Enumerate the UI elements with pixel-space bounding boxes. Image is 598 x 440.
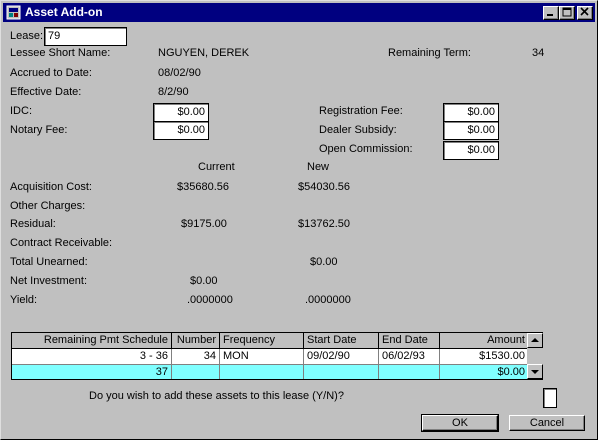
accrued-label: Accrued to Date:: [10, 67, 92, 79]
row2-schedule[interactable]: 37: [12, 365, 172, 379]
idc-label: IDC:: [10, 105, 32, 117]
cancel-button[interactable]: Cancel: [509, 415, 585, 431]
header-frequency[interactable]: Frequency: [220, 333, 304, 349]
row1-end-date[interactable]: 06/02/93: [379, 349, 440, 364]
header-remaining-pmt-schedule[interactable]: Remaining Pmt Schedule: [12, 333, 172, 349]
confirm-prompt: Do you wish to add these assets to this …: [89, 390, 344, 402]
net-investment-label: Net Investment:: [10, 275, 88, 287]
acquisition-new: $54030.56: [298, 181, 350, 193]
total-unearned-label: Total Unearned:: [10, 256, 88, 268]
remaining-term-value: 34: [532, 47, 545, 59]
window-title: Asset Add-on: [25, 5, 103, 19]
contract-receivable-label: Contract Receivable:: [10, 237, 113, 249]
dealer-label: Dealer Subsidy:: [319, 124, 397, 136]
registration-label: Registration Fee:: [319, 105, 403, 117]
residual-current: $9175.00: [181, 218, 227, 230]
yield-label: Yield:: [10, 294, 38, 306]
idc-field[interactable]: $0.00: [153, 103, 209, 122]
residual-label: Residual:: [10, 218, 56, 230]
registration-field[interactable]: $0.00: [443, 103, 499, 122]
header-amount[interactable]: Amount: [440, 333, 528, 349]
close-icon: [580, 7, 589, 16]
grid-header: Remaining Pmt Schedule Number Frequency …: [12, 333, 528, 349]
open-commission-label: Open Commission:: [319, 143, 413, 155]
maximize-button[interactable]: [559, 6, 575, 20]
effective-label: Effective Date:: [10, 86, 82, 98]
grid-scrollbar[interactable]: [527, 333, 543, 379]
scroll-up-button[interactable]: [527, 333, 543, 348]
confirm-input[interactable]: [543, 388, 557, 408]
notary-field[interactable]: $0.00: [153, 121, 209, 140]
open-commission-field[interactable]: $0.00: [443, 141, 499, 160]
yield-new: .0000000: [305, 294, 351, 306]
titlebar[interactable]: Asset Add-on: [3, 3, 595, 22]
notary-label: Notary Fee:: [10, 124, 68, 136]
app-window-icon: [6, 5, 21, 20]
row2-amount[interactable]: $0.00: [440, 365, 528, 379]
remaining-term-label: Remaining Term:: [388, 47, 471, 59]
lease-label: Lease:: [10, 30, 44, 42]
row2-frequency[interactable]: [220, 365, 304, 379]
header-end-date[interactable]: End Date: [379, 333, 440, 349]
row1-amount[interactable]: $1530.00: [440, 349, 528, 364]
accrued-value: 08/02/90: [158, 67, 201, 79]
row1-number[interactable]: 34: [172, 349, 220, 364]
residual-new: $13762.50: [298, 218, 350, 230]
table-row[interactable]: 3 - 36 34 MON 09/02/90 06/02/93 $1530.00: [12, 349, 528, 365]
scroll-down-button[interactable]: [527, 364, 543, 379]
dealer-field[interactable]: $0.00: [443, 121, 499, 140]
row2-number[interactable]: [172, 365, 220, 379]
lessee-label: Lessee Short Name:: [10, 47, 111, 59]
maximize-icon: [562, 7, 572, 17]
lessee-value: NGUYEN, DEREK: [158, 47, 250, 59]
row1-frequency[interactable]: MON: [220, 349, 304, 364]
close-button[interactable]: [577, 6, 593, 20]
row2-end-date[interactable]: [379, 365, 440, 379]
row1-start-date[interactable]: 09/02/90: [304, 349, 379, 364]
arrow-up-icon: [531, 338, 539, 342]
effective-value: 8/2/90: [158, 86, 189, 98]
table-row[interactable]: 37 $0.00: [12, 365, 528, 379]
header-number[interactable]: Number: [172, 333, 220, 349]
ok-button[interactable]: OK: [421, 414, 499, 432]
total-unearned-new: $0.00: [310, 256, 338, 268]
current-column-header: Current: [198, 161, 235, 173]
acquisition-current: $35680.56: [177, 181, 229, 193]
arrow-down-icon: [531, 370, 539, 374]
yield-current: .0000000: [187, 294, 233, 306]
header-start-date[interactable]: Start Date: [304, 333, 379, 349]
minimize-icon: [547, 14, 553, 16]
asset-addon-window: Asset Add-on Lease: 79 Lessee Short Name…: [0, 0, 598, 440]
acquisition-label: Acquisition Cost:: [10, 181, 92, 193]
row1-schedule[interactable]: 3 - 36: [12, 349, 172, 364]
lease-field[interactable]: 79: [44, 27, 127, 46]
other-charges-label: Other Charges:: [10, 200, 86, 212]
net-investment-current: $0.00: [190, 275, 218, 287]
payment-schedule-grid[interactable]: Remaining Pmt Schedule Number Frequency …: [11, 332, 543, 380]
new-column-header: New: [307, 161, 330, 173]
minimize-button[interactable]: [543, 6, 559, 20]
row2-start-date[interactable]: [304, 365, 379, 379]
